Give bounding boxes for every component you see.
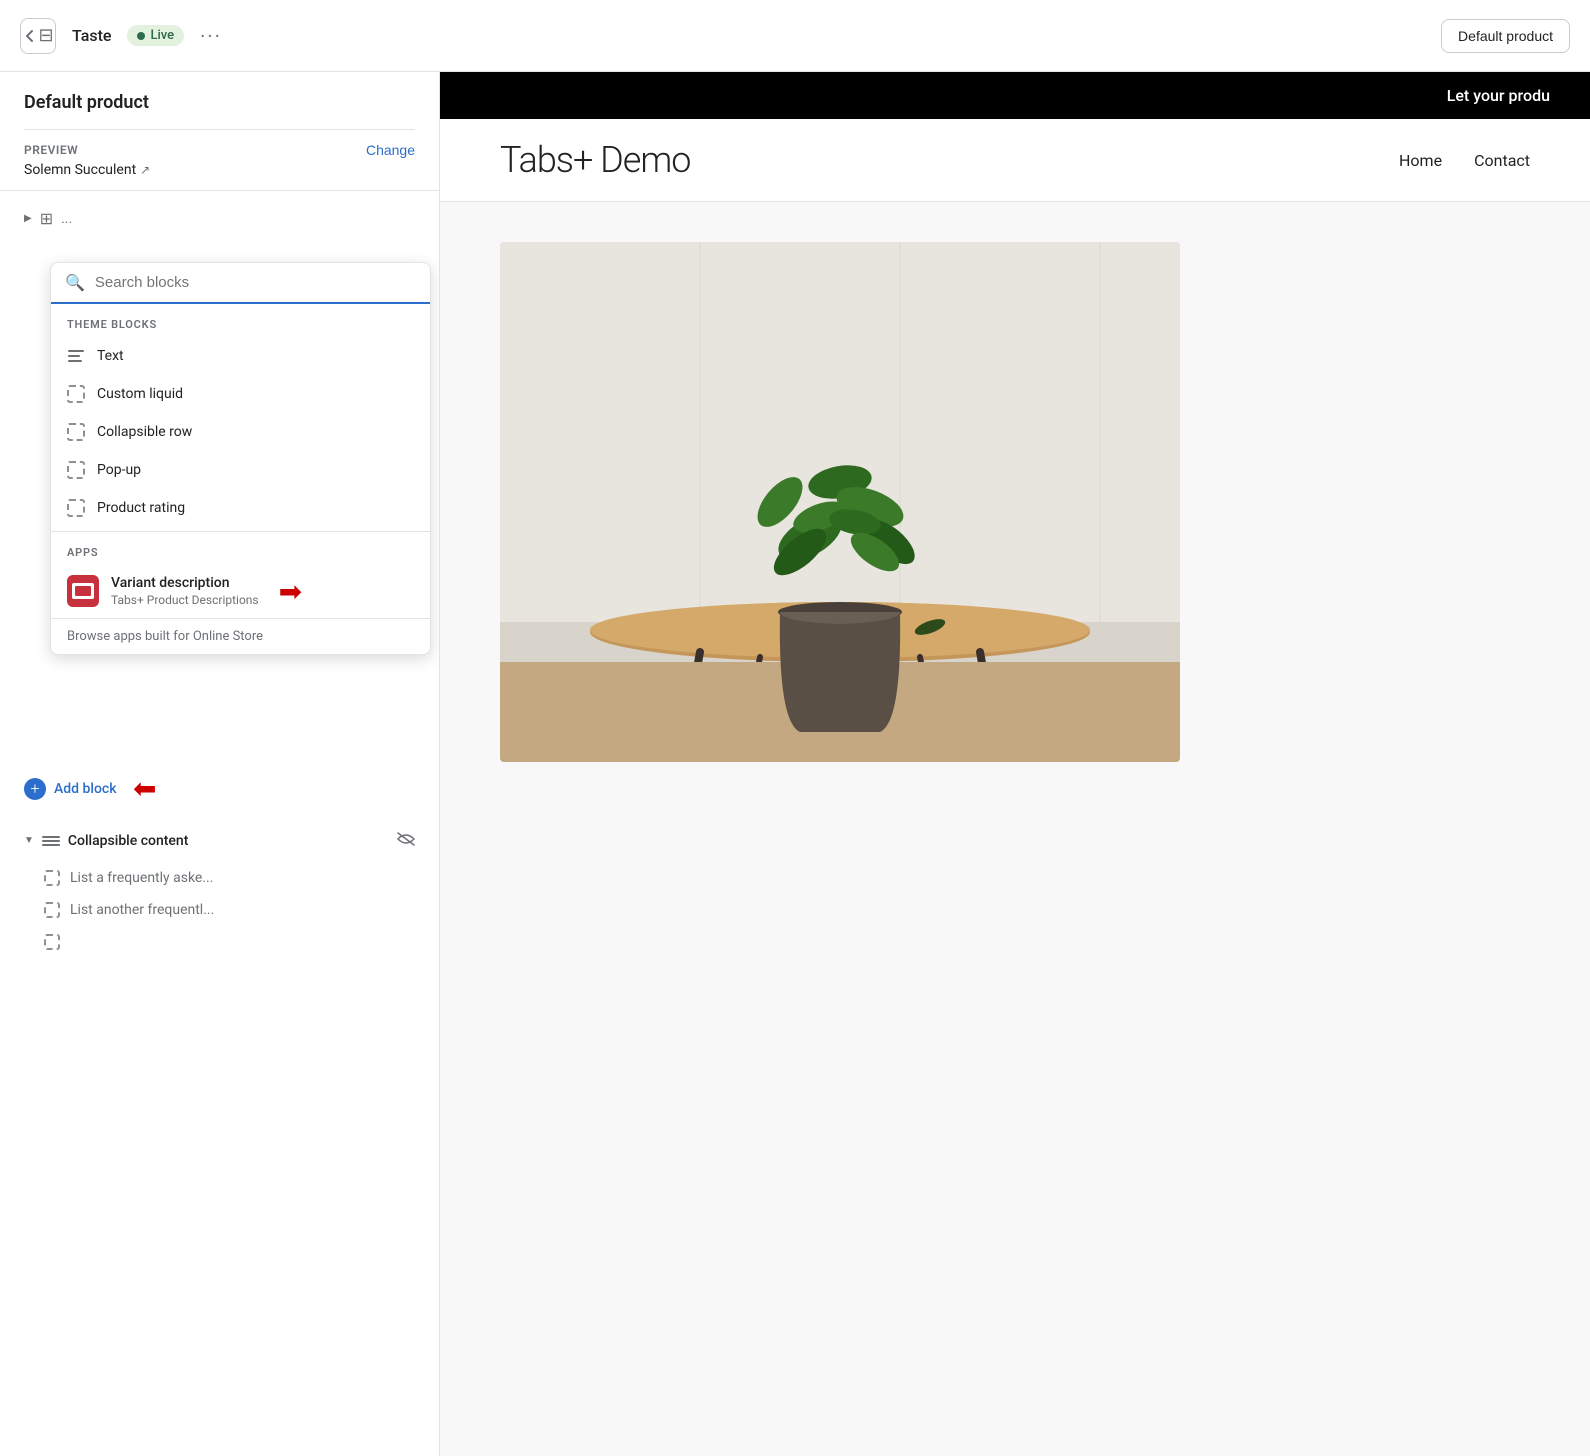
sub-item-1-label: List a frequently aske...	[70, 870, 213, 886]
external-link-icon: ↗	[140, 163, 150, 177]
sub-item-3	[0, 926, 439, 958]
arrow-indicator-apps: ➡	[279, 575, 302, 608]
search-box: 🔍	[51, 263, 430, 304]
theme-blocks-label: THEME BLOCKS	[51, 304, 430, 337]
collapsible-header-icon	[42, 836, 60, 846]
content-area: Let your produ Tabs+ Demo Home Contact	[440, 72, 1590, 1456]
preview-row: PREVIEW Change	[24, 142, 415, 158]
sidebar: Default product PREVIEW Change Solemn Su…	[0, 72, 440, 1456]
browse-apps-link[interactable]: Browse apps built for Online Store	[51, 618, 430, 654]
block-label-product-rating: Product rating	[97, 500, 185, 516]
search-icon: 🔍	[65, 273, 85, 292]
sidebar-header: Default product PREVIEW Change Solemn Su…	[0, 72, 439, 191]
store-logo: Tabs+ Demo	[500, 139, 690, 181]
product-name-text: Solemn Succulent	[24, 162, 136, 178]
default-product-button[interactable]: Default product	[1441, 19, 1570, 53]
block-item-text[interactable]: Text	[51, 337, 430, 375]
add-block-icon: +	[24, 778, 46, 800]
app-block-text: Variant description Tabs+ Product Descri…	[111, 575, 259, 607]
search-input[interactable]	[95, 274, 416, 291]
apps-label: APPS	[51, 532, 430, 565]
preview-label: PREVIEW	[24, 143, 78, 157]
back-icon	[22, 28, 38, 44]
nav-link-home[interactable]: Home	[1399, 151, 1442, 170]
chevron-down-icon: ▼	[24, 835, 34, 846]
sub-item-2[interactable]: List another frequentl...	[0, 894, 439, 926]
live-label: Live	[150, 28, 174, 43]
add-block-row[interactable]: + Add block ➡	[0, 758, 439, 819]
block-item-product-rating[interactable]: Product rating	[51, 489, 430, 527]
store-nav-links: Home Contact	[1399, 151, 1530, 170]
arrow-indicator-add-block: ➡	[133, 772, 156, 805]
product-name-row: Solemn Succulent ↗	[24, 162, 415, 178]
grid-icon: ⊞	[40, 209, 53, 228]
block-item-custom-liquid[interactable]: Custom liquid	[51, 375, 430, 413]
sub-item-1-icon	[44, 870, 60, 886]
site-name: Taste	[72, 26, 111, 45]
block-label-collapsible-row: Collapsible row	[97, 424, 192, 440]
live-badge: Live	[127, 25, 184, 46]
back-button[interactable]: ⊟	[20, 18, 56, 54]
block-label-popup: Pop-up	[97, 462, 141, 478]
popup-icon	[67, 461, 85, 479]
sub-item-1[interactable]: List a frequently aske...	[0, 862, 439, 894]
app-block-subtitle: Tabs+ Product Descriptions	[111, 593, 259, 607]
product-rating-icon	[67, 499, 85, 517]
change-button[interactable]: Change	[366, 142, 415, 158]
app-block-name: Variant description	[111, 575, 259, 591]
sidebar-title: Default product	[24, 92, 415, 113]
sub-item-2-icon	[44, 902, 60, 918]
block-label-text: Text	[97, 348, 124, 364]
store-topbar-text: Let your produ	[1447, 86, 1550, 105]
hide-icon[interactable]	[397, 831, 415, 850]
collapsible-content-header[interactable]: ▼ Collapsible content	[0, 819, 439, 862]
block-item-collapsible-row[interactable]: Collapsible row	[51, 413, 430, 451]
app-icon-variant-description	[67, 575, 99, 607]
collapsible-content-label: Collapsible content	[68, 833, 389, 849]
product-image-svg	[500, 242, 1180, 762]
custom-liquid-icon	[67, 385, 85, 403]
block-label-custom-liquid: Custom liquid	[97, 386, 183, 402]
topbar: ⊟ Taste Live ··· Default product	[0, 0, 1590, 72]
live-dot-icon	[137, 32, 145, 40]
more-options-button[interactable]: ···	[200, 24, 222, 48]
sidebar-tree: ▶ ⊞ ... 🔍 THEME BLOCKS	[0, 191, 439, 1456]
block-item-popup[interactable]: Pop-up	[51, 451, 430, 489]
product-image	[500, 242, 1180, 762]
chevron-right-icon: ▶	[24, 213, 32, 224]
store-nav: Tabs+ Demo Home Contact	[440, 119, 1590, 202]
back-arrow-icon: ⊟	[38, 25, 53, 46]
app-block-variant-description[interactable]: Variant description Tabs+ Product Descri…	[51, 565, 430, 618]
main-layout: Default product PREVIEW Change Solemn Su…	[0, 72, 1590, 1456]
store-body	[440, 202, 1590, 802]
text-icon	[67, 347, 85, 365]
sub-item-2-label: List another frequentl...	[70, 902, 214, 918]
add-block-label: Add block	[54, 781, 117, 797]
collapsible-row-icon	[67, 423, 85, 441]
store-topbar: Let your produ	[440, 72, 1590, 119]
nav-link-contact[interactable]: Contact	[1474, 151, 1530, 170]
sub-item-3-icon	[44, 934, 60, 950]
store-preview: Let your produ Tabs+ Demo Home Contact	[440, 72, 1590, 1456]
tree-item-1[interactable]: ▶ ⊞ ...	[0, 199, 439, 238]
blocks-dropdown: 🔍 THEME BLOCKS Text	[50, 262, 431, 655]
